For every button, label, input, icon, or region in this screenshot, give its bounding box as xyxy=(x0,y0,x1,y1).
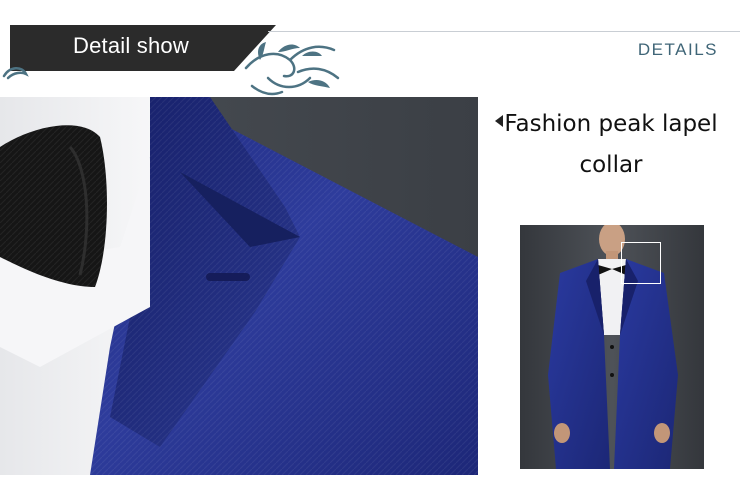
header-divider xyxy=(268,31,740,32)
section-label: DETAILS xyxy=(637,40,718,59)
suit-thumbnail-image xyxy=(520,225,704,469)
swirl-ornament-icon xyxy=(244,42,340,96)
collar-detail-image xyxy=(0,97,478,475)
header-title: Detail show xyxy=(73,33,189,58)
feature-caption: Fashion peak lapel collar xyxy=(504,111,718,178)
focus-highlight-box xyxy=(621,242,661,284)
ornament-curl-icon xyxy=(2,67,29,80)
